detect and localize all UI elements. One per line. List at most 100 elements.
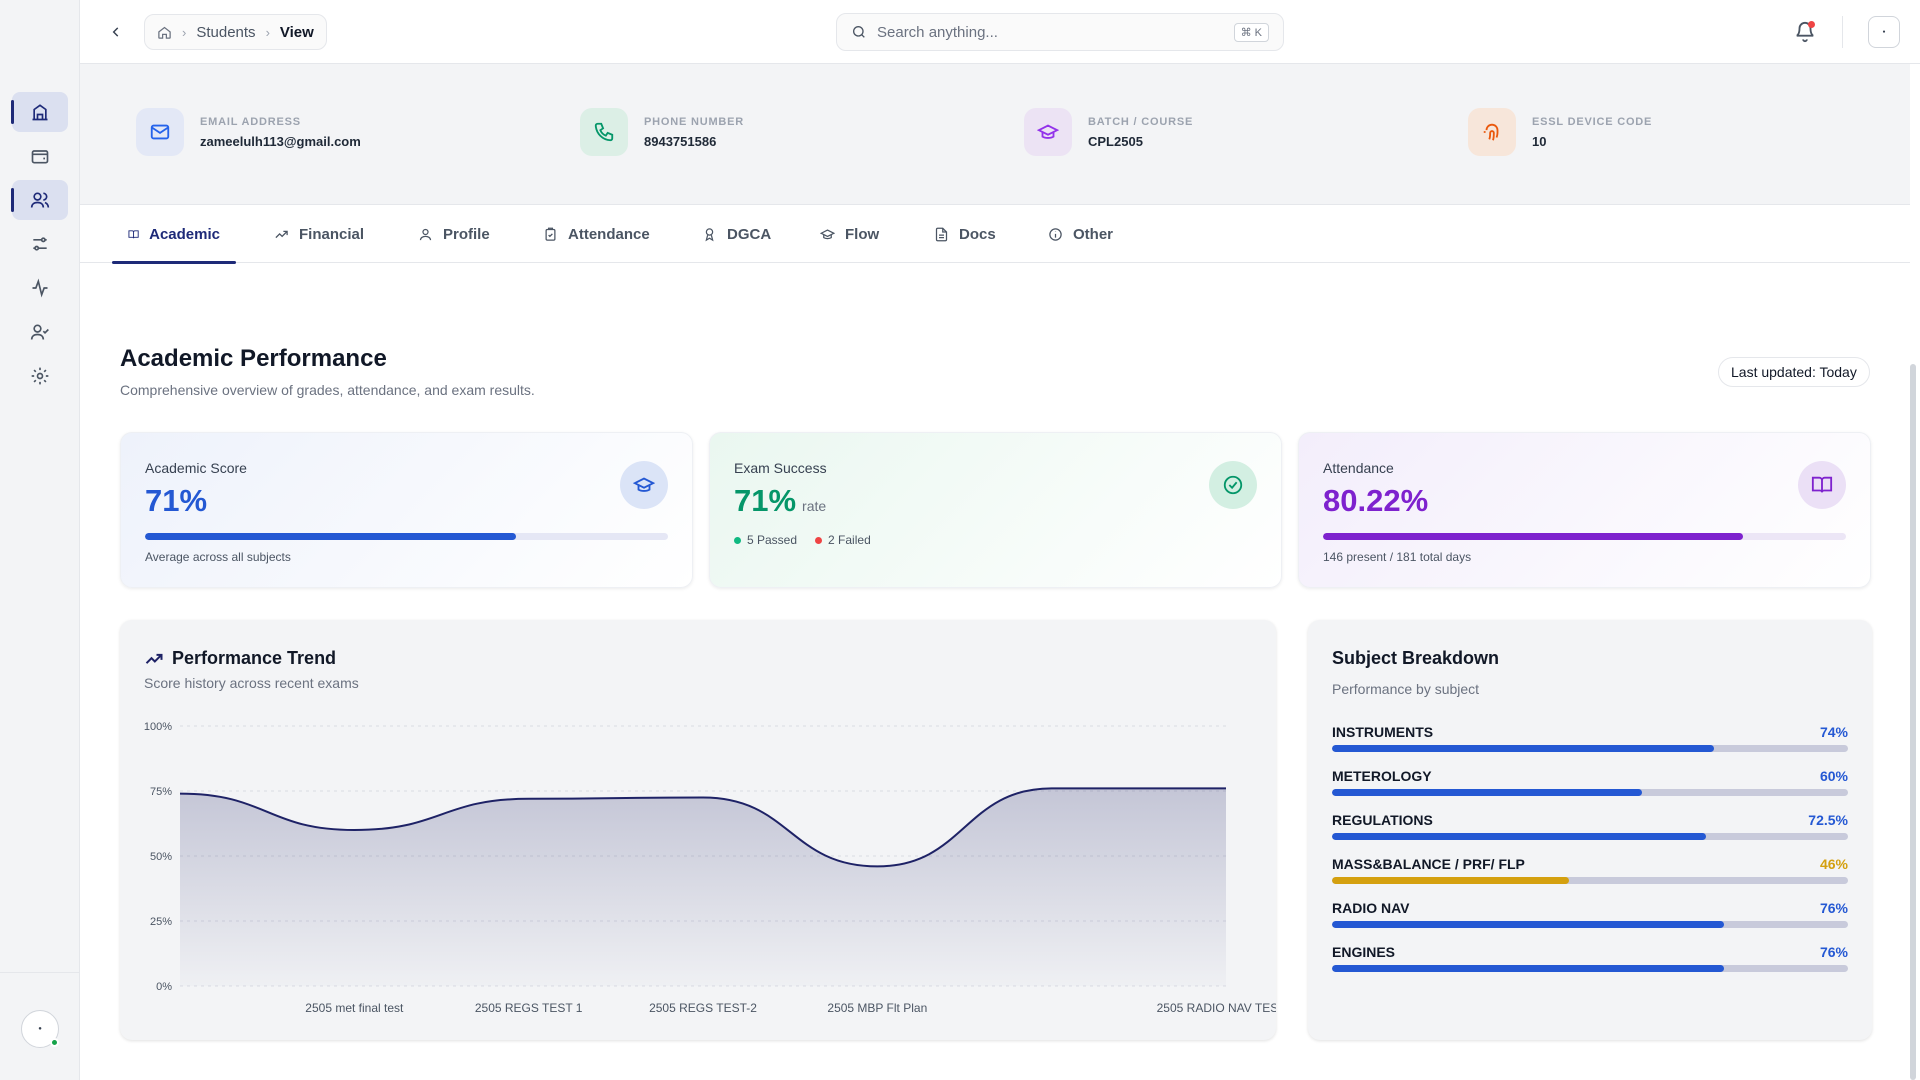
users-icon (30, 192, 50, 208)
subject-progress-fill (1332, 833, 1707, 840)
clipboard-icon (545, 227, 556, 241)
profile-tabs: Academic Financial Profile Attendance DG… (80, 205, 1910, 264)
settings-sliders-nav-button[interactable] (12, 224, 68, 264)
performance-trend-panel: Performance Trend Score history across r… (120, 620, 1276, 1040)
subject-name: RADIO NAV (1332, 900, 1410, 916)
search-input[interactable]: Search anything... ⌘ K (836, 13, 1284, 51)
y-tick-label: 25% (150, 916, 172, 928)
online-status-dot (50, 1038, 59, 1047)
page-subtitle: Comprehensive overview of grades, attend… (120, 382, 535, 398)
subject-progress (1332, 833, 1848, 840)
attendance-icon-box (1798, 461, 1846, 509)
graduation-cap-icon (1037, 124, 1059, 139)
subject-percent: 76% (1819, 944, 1848, 960)
device-code-label: ESSL DEVICE CODE (1532, 115, 1653, 128)
y-tick-label: 100% (144, 721, 172, 733)
academic-score-value: 71% (145, 483, 208, 518)
notification-dot (1808, 21, 1815, 28)
tab-flow[interactable]: Flow (804, 205, 895, 263)
gear-icon (31, 367, 49, 385)
exam-success-label: Exam Success (734, 460, 827, 476)
tab-academic[interactable]: Academic (112, 205, 236, 264)
y-tick-label: 75% (150, 786, 172, 798)
book-open-icon (128, 229, 139, 238)
home-icon[interactable] (157, 25, 172, 40)
wallet-nav-button[interactable] (12, 136, 68, 176)
tab-label: Other (1073, 225, 1114, 243)
org-logo-button[interactable]: ● (1868, 16, 1900, 48)
students-nav-button[interactable] (11, 180, 68, 220)
batch-value: CPL2505 (1088, 133, 1143, 149)
tab-label: DGCA (727, 225, 772, 243)
failed-count: 2 Failed (815, 533, 871, 547)
exam-success-icon-box (1209, 461, 1257, 509)
tab-attendance[interactable]: Attendance (527, 205, 666, 263)
activity-nav-button[interactable] (12, 268, 68, 308)
exam-success-value: 71% (734, 483, 797, 518)
dashboard-nav-button[interactable] (11, 92, 68, 132)
tab-profile[interactable]: Profile (402, 205, 506, 263)
phone-label: PHONE NUMBER (644, 115, 745, 128)
exam-success-unit: rate (802, 498, 827, 514)
academic-score-progress-fill (145, 533, 517, 540)
user-avatar[interactable]: ● (21, 1010, 59, 1048)
passed-label: 5 Passed (747, 533, 798, 547)
page-scrollbar[interactable] (1910, 364, 1916, 1080)
tab-docs[interactable]: Docs (918, 205, 1012, 263)
device-code-info: ESSL DEVICE CODE 10 (1468, 108, 1652, 156)
search-shortcut-badge: ⌘ K (1233, 22, 1269, 42)
back-button[interactable] (106, 22, 126, 42)
tab-label: Academic (149, 225, 220, 243)
x-tick-label: 2505 RADIO NAV TEST 2 (1157, 1001, 1276, 1015)
tab-label: Profile (443, 225, 490, 243)
info-icon-box (580, 108, 628, 156)
academic-score-card: Academic Score 71% Average across all su… (120, 432, 693, 588)
subject-percent: 72.5% (1808, 812, 1848, 828)
subject-breakdown-title: Subject Breakdown (1332, 648, 1500, 668)
building-icon (32, 104, 48, 121)
file-text-icon (935, 227, 948, 241)
subject-progress-fill (1332, 877, 1570, 884)
info-icon-box (1468, 108, 1516, 156)
tab-other[interactable]: Other (1032, 205, 1129, 263)
breadcrumb-separator-icon: › (265, 24, 270, 40)
info-icon-box (136, 108, 184, 156)
tab-financial[interactable]: Financial (258, 205, 380, 263)
subject-name: MASS&BALANCE / PRF/ FLP (1332, 856, 1525, 872)
academic-score-progress (145, 533, 668, 540)
gear-nav-button[interactable] (12, 356, 68, 396)
subject-progress-fill (1332, 921, 1725, 928)
tab-label: Attendance (568, 225, 650, 243)
breadcrumb-students[interactable]: Students (196, 24, 255, 41)
subject-row: REGULATIONS 72.5% (1332, 812, 1848, 856)
subject-percent: 46% (1819, 856, 1848, 872)
user-icon (419, 228, 432, 240)
info-icon-box (1024, 108, 1072, 156)
failed-dot (815, 536, 823, 544)
x-tick-label: 2505 REGS TEST 1 (475, 1001, 583, 1015)
sliders-icon (33, 237, 47, 251)
graduation-cap-icon (820, 228, 835, 239)
notifications-button[interactable] (1794, 21, 1816, 43)
breadcrumb-current: View (279, 23, 314, 41)
tab-label: Financial (299, 225, 365, 243)
breadcrumb: › Students › View (144, 14, 327, 50)
subject-breakdown-panel: Subject Breakdown Performance by subject… (1308, 620, 1872, 1040)
subject-row: RADIO NAV 76% (1332, 900, 1848, 944)
sidebar: ● (0, 0, 80, 1080)
check-circle-icon (1223, 475, 1243, 495)
academic-score-label: Academic Score (145, 460, 247, 476)
x-tick-label: 2505 MBP Flt Plan (827, 1001, 927, 1015)
trend-area (180, 788, 1226, 986)
performance-trend-chart: 100% 75% 50% 25% 0% 2505 met final test 2505 R… (144, 721, 1276, 1015)
trending-up-icon (275, 230, 288, 238)
subject-list: INSTRUMENTS 74% METEROLOGY 60% REGULATIONS 72… (1332, 724, 1848, 988)
subject-percent: 76% (1819, 900, 1848, 916)
user-check-nav-button[interactable] (12, 312, 68, 352)
tab-dgca[interactable]: DGCA (686, 205, 787, 263)
academic-score-note: Average across all subjects (145, 550, 291, 564)
attendance-label: Attendance (1323, 460, 1394, 476)
exam-results-legend: 5 Passed 2 Failed (734, 533, 871, 547)
subject-progress (1332, 789, 1848, 796)
subject-name: INSTRUMENTS (1332, 724, 1434, 740)
